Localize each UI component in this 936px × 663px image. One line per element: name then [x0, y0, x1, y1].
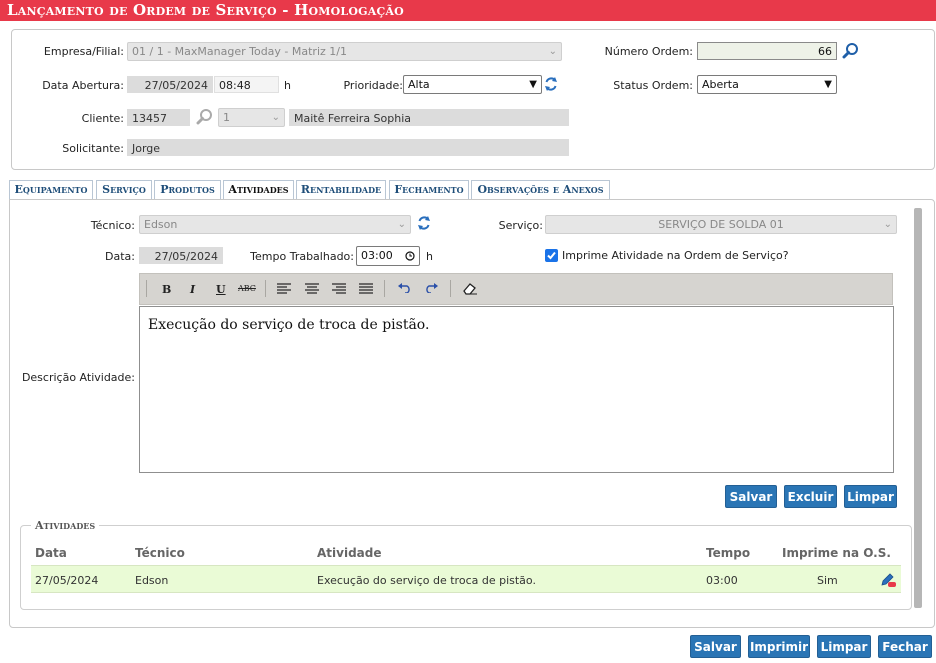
- tempo-label: Tempo Trabalhado:: [250, 250, 354, 263]
- refresh-icon[interactable]: [544, 76, 558, 92]
- row-atividade: Execução do serviço de troca de pistão.: [317, 574, 536, 587]
- imprime-checkbox[interactable]: [545, 249, 558, 262]
- align-left-icon[interactable]: [277, 283, 291, 294]
- eraser-icon[interactable]: [463, 282, 478, 295]
- cliente-name: Maitê Ferreira Sophia: [289, 109, 569, 126]
- edit-icon[interactable]: [879, 572, 897, 588]
- tempo-input-value: 03:00: [361, 249, 393, 262]
- activity-clear-button[interactable]: Limpar: [844, 485, 897, 508]
- page-title: Lançamento de Ordem de Serviço - Homolog…: [0, 0, 936, 21]
- undo-icon[interactable]: [398, 283, 412, 293]
- align-center-icon[interactable]: [305, 283, 319, 294]
- row-imprime: Sim: [817, 574, 838, 587]
- column-header[interactable]: Imprime na O.S.: [782, 546, 891, 560]
- chevron-down-icon: ⌄: [883, 219, 892, 230]
- chevron-down-icon: ▼: [529, 79, 537, 90]
- numero-label: Número Ordem:: [604, 45, 693, 58]
- status-select-value: Aberta: [702, 78, 739, 91]
- data-abertura-label: Data Abertura:: [42, 79, 124, 92]
- chevron-down-icon: ⌄: [397, 219, 406, 230]
- tecnico-label: Técnico:: [90, 219, 135, 232]
- tab-rentabilidade[interactable]: Rentabilidade: [296, 180, 386, 199]
- redo-icon[interactable]: [424, 283, 438, 293]
- empresa-select-value: 01 / 1 - MaxManager Today - Matriz 1/1: [132, 45, 347, 58]
- servico-select-value: SERVIÇO DE SOLDA 01: [658, 218, 784, 231]
- activity-save-button[interactable]: Salvar: [725, 485, 777, 508]
- toolbar-separator: [265, 280, 266, 297]
- row-data: 27/05/2024: [35, 574, 99, 587]
- data-abertura-unit: h: [284, 79, 291, 92]
- clear-button[interactable]: Limpar: [817, 635, 871, 658]
- data-label: Data:: [105, 250, 135, 263]
- close-button[interactable]: Fechar: [878, 635, 932, 658]
- servico-label: Serviço:: [498, 219, 543, 232]
- tecnico-select[interactable]: Edson ⌄: [139, 215, 411, 234]
- print-button[interactable]: Imprimir: [748, 635, 810, 658]
- grid-header: Data Técnico Atividade Tempo Imprime na …: [31, 542, 901, 564]
- underline-button[interactable]: U: [216, 283, 226, 296]
- row-tecnico: Edson: [135, 574, 169, 587]
- refresh-icon[interactable]: [417, 215, 431, 231]
- imprime-label: Imprime Atividade na Ordem de Serviço?: [562, 249, 789, 262]
- tecnico-select-value: Edson: [144, 218, 178, 231]
- scrollbar[interactable]: [914, 208, 922, 608]
- descricao-label: Descrição Atividade:: [21, 371, 135, 384]
- tab-servico[interactable]: Serviço: [96, 180, 152, 199]
- tempo-input[interactable]: 03:00: [356, 246, 420, 266]
- bold-button[interactable]: B: [162, 283, 171, 296]
- italic-button[interactable]: I: [190, 283, 195, 296]
- search-icon[interactable]: [842, 42, 859, 59]
- tab-equipamento[interactable]: Equipamento: [9, 180, 93, 199]
- toolbar-separator: [146, 280, 147, 297]
- column-header[interactable]: Técnico: [135, 546, 185, 560]
- activities-legend: Atividades: [31, 519, 100, 532]
- search-icon[interactable]: [196, 108, 213, 125]
- chevron-down-icon: ▼: [824, 79, 832, 90]
- activity-delete-button[interactable]: Excluir: [784, 485, 837, 508]
- prioridade-select[interactable]: Alta ▼: [403, 75, 542, 94]
- tab-observacoes[interactable]: Observações e Anexos: [471, 180, 610, 199]
- data-abertura-time[interactable]: 08:48: [214, 76, 279, 93]
- column-header[interactable]: Atividade: [317, 546, 382, 560]
- tempo-unit: h: [426, 250, 433, 263]
- tab-fechamento[interactable]: Fechamento: [389, 180, 469, 199]
- column-header[interactable]: Data: [35, 546, 67, 560]
- strikethrough-button[interactable]: ABC: [238, 284, 256, 293]
- empresa-label: Empresa/Filial:: [43, 45, 124, 58]
- status-label: Status Ordem:: [613, 79, 693, 92]
- solicitante-label: Solicitante:: [62, 142, 124, 155]
- data-abertura-date: 27/05/2024: [127, 76, 213, 93]
- align-justify-icon[interactable]: [359, 283, 373, 294]
- save-button[interactable]: Salvar: [690, 635, 741, 658]
- align-right-icon[interactable]: [332, 283, 346, 294]
- numero-ordem-input[interactable]: 66: [697, 42, 837, 60]
- descricao-editor[interactable]: Execução do serviço de troca de pistão.: [139, 306, 894, 473]
- status-select[interactable]: Aberta ▼: [697, 75, 837, 94]
- toolbar-separator: [450, 280, 451, 297]
- empresa-select[interactable]: 01 / 1 - MaxManager Today - Matriz 1/1 ⌄: [127, 42, 562, 61]
- clock-icon: [405, 251, 415, 261]
- toolbar-separator: [384, 280, 385, 297]
- table-row[interactable]: 27/05/2024 Edson Execução do serviço de …: [31, 565, 901, 593]
- column-header[interactable]: Tempo: [706, 546, 750, 560]
- cliente-sub-select[interactable]: 1 ⌄: [218, 108, 285, 127]
- servico-select[interactable]: SERVIÇO DE SOLDA 01 ⌄: [545, 215, 897, 234]
- cliente-sub-value: 1: [223, 111, 230, 124]
- chevron-down-icon: ⌄: [548, 46, 557, 57]
- solicitante-value: Jorge: [127, 139, 569, 156]
- check-icon: [547, 251, 556, 260]
- chevron-down-icon: ⌄: [271, 112, 280, 123]
- prioridade-label: Prioridade:: [343, 79, 403, 92]
- cliente-label: Cliente:: [81, 112, 124, 125]
- cliente-code: 13457: [127, 109, 190, 126]
- row-tempo: 03:00: [706, 574, 738, 587]
- data-value: 27/05/2024: [139, 247, 223, 264]
- tab-produtos[interactable]: Produtos: [154, 180, 221, 199]
- prioridade-select-value: Alta: [408, 78, 430, 91]
